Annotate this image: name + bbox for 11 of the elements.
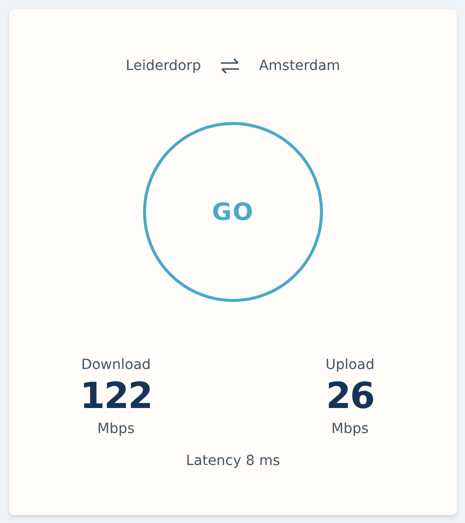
stat-value: 122 xyxy=(80,375,152,419)
stat-unit: Mbps xyxy=(331,421,369,437)
stat-label: Upload xyxy=(325,357,375,373)
latency-text: Latency 8 ms xyxy=(186,453,280,469)
origin-city: Leiderdorp xyxy=(126,58,201,74)
swap-arrows-icon[interactable] xyxy=(218,57,241,75)
stat-label: Download xyxy=(81,357,151,373)
stat-value: 26 xyxy=(326,375,374,419)
stat-unit: Mbps xyxy=(97,421,135,437)
destination-city: Amsterdam xyxy=(258,58,340,74)
go-button[interactable]: GO xyxy=(143,122,323,302)
